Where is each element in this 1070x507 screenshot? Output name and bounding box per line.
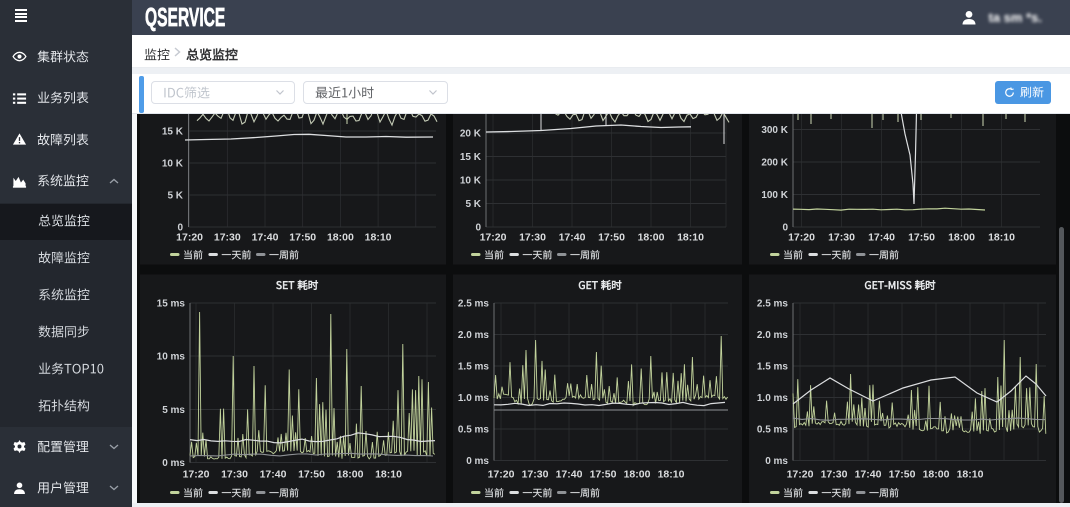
svg-text:17:20: 17:20	[787, 469, 814, 481]
svg-text:1.0 ms: 1.0 ms	[458, 393, 490, 404]
svg-text:200 K: 200 K	[761, 158, 788, 169]
svg-text:300 K: 300 K	[761, 125, 788, 136]
svg-text:0 ms: 0 ms	[162, 458, 185, 469]
svg-text:17:50: 17:50	[908, 232, 935, 244]
svg-text:10 K: 10 K	[162, 159, 184, 170]
svg-text:17:40: 17:40	[559, 232, 586, 244]
svg-text:18:00: 18:00	[638, 232, 665, 244]
svg-text:15 ms: 15 ms	[157, 299, 186, 310]
svg-text:18:10: 18:10	[658, 469, 685, 481]
svg-text:18:10: 18:10	[957, 469, 984, 481]
svg-text:17:40: 17:40	[252, 232, 279, 244]
svg-text:100 K: 100 K	[761, 190, 788, 201]
svg-text:17:50: 17:50	[289, 232, 316, 244]
svg-text:1.0 ms: 1.0 ms	[757, 393, 789, 404]
svg-text:2.0 ms: 2.0 ms	[757, 330, 789, 341]
svg-text:2.5 ms: 2.5 ms	[757, 299, 789, 310]
svg-text:17:30: 17:30	[522, 469, 549, 481]
svg-text:17:30: 17:30	[828, 232, 855, 244]
svg-text:17:50: 17:50	[590, 469, 617, 481]
svg-text:5 K: 5 K	[465, 199, 481, 210]
svg-text:17:40: 17:40	[855, 469, 882, 481]
svg-text:0 ms: 0 ms	[466, 456, 489, 467]
svg-text:1.5 ms: 1.5 ms	[757, 362, 789, 373]
svg-text:10 K: 10 K	[460, 176, 482, 187]
svg-text:17:20: 17:20	[788, 232, 815, 244]
svg-text:18:00: 18:00	[327, 232, 354, 244]
svg-text:18:00: 18:00	[948, 232, 975, 244]
svg-text:0.5 ms: 0.5 ms	[458, 425, 490, 436]
svg-text:17:40: 17:40	[556, 469, 583, 481]
svg-text:2.5 ms: 2.5 ms	[458, 299, 490, 310]
svg-text:18:00: 18:00	[624, 469, 651, 481]
svg-text:15 K: 15 K	[162, 127, 184, 138]
svg-text:0 ms: 0 ms	[765, 456, 788, 467]
svg-text:20 K: 20 K	[460, 129, 482, 140]
svg-text:10 ms: 10 ms	[157, 352, 186, 363]
svg-text:18:10: 18:10	[677, 232, 704, 244]
svg-text:17:20: 17:20	[183, 469, 210, 481]
svg-text:0.5 ms: 0.5 ms	[757, 425, 789, 436]
svg-text:18:00: 18:00	[923, 469, 950, 481]
svg-text:18:10: 18:10	[365, 232, 392, 244]
svg-text:5 K: 5 K	[167, 191, 183, 202]
svg-text:17:20: 17:20	[480, 232, 507, 244]
svg-text:17:40: 17:40	[260, 469, 287, 481]
svg-text:17:50: 17:50	[598, 232, 625, 244]
svg-text:17:20: 17:20	[488, 469, 515, 481]
svg-text:17:30: 17:30	[221, 469, 248, 481]
svg-text:17:20: 17:20	[176, 232, 203, 244]
svg-text:18:10: 18:10	[375, 469, 402, 481]
svg-text:15 K: 15 K	[460, 152, 482, 163]
svg-text:5 ms: 5 ms	[162, 405, 185, 416]
svg-text:17:30: 17:30	[821, 469, 848, 481]
svg-text:18:10: 18:10	[988, 232, 1015, 244]
svg-text:17:30: 17:30	[519, 232, 546, 244]
svg-text:2.0 ms: 2.0 ms	[458, 330, 490, 341]
svg-text:17:40: 17:40	[868, 232, 895, 244]
svg-text:18:00: 18:00	[337, 469, 364, 481]
svg-text:17:30: 17:30	[214, 232, 241, 244]
svg-text:17:50: 17:50	[889, 469, 916, 481]
svg-text:17:50: 17:50	[298, 469, 325, 481]
svg-text:1.5 ms: 1.5 ms	[458, 362, 490, 373]
